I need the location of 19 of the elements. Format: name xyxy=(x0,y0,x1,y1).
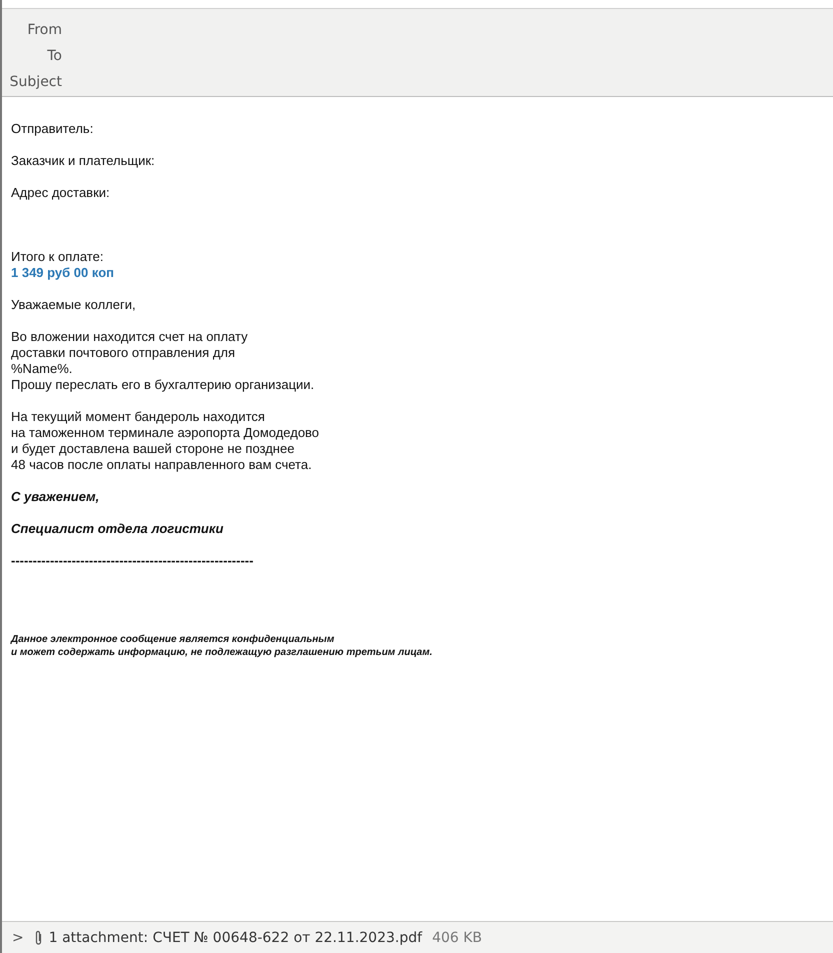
signature-text: Специалист отдела логистики xyxy=(11,521,224,537)
body-text: Во вложении находится счет на оплату доставки почтового отправления для %Name%. Прошу переслать его в бухгалтерию организации. xyxy=(11,329,314,393)
body-text: На текущий момент бандероль находится на таможенном терминале аэропорта Домодедово и будет доставлена вашей стороне не позднее 48 часов после оплаты направленного вам счета. xyxy=(11,409,320,473)
attachment-size: 406 KB xyxy=(432,930,482,946)
body-text: Отправитель: xyxy=(11,121,94,137)
body-text: Заказчик и плательщик: xyxy=(11,153,155,169)
paperclip-icon xyxy=(34,930,43,946)
signature-text: С уважением, xyxy=(11,489,100,505)
body-text: Адрес доставки: xyxy=(11,185,110,201)
body-text: Итого к оплате: xyxy=(11,249,104,265)
field-label: Subject xyxy=(10,74,62,90)
field-label: From xyxy=(27,22,62,38)
amount-text: 1 349 руб 00 коп xyxy=(11,265,114,281)
separator-line: -------------------------------------------------------- xyxy=(11,553,254,569)
expand-button[interactable]: > xyxy=(8,930,28,946)
body-text: Уважаемые коллеги, xyxy=(11,297,136,313)
disclaimer-text: Данное электронное сообщение является конфиденциальным и может содержать информацию, не подлежащую разглашению третьим лицам. xyxy=(11,633,432,659)
attachment-summary[interactable]: 1 attachment: СЧЕТ № 00648-622 от 22.11.2023.pdf xyxy=(48,930,422,946)
field-label: To xyxy=(47,48,62,64)
